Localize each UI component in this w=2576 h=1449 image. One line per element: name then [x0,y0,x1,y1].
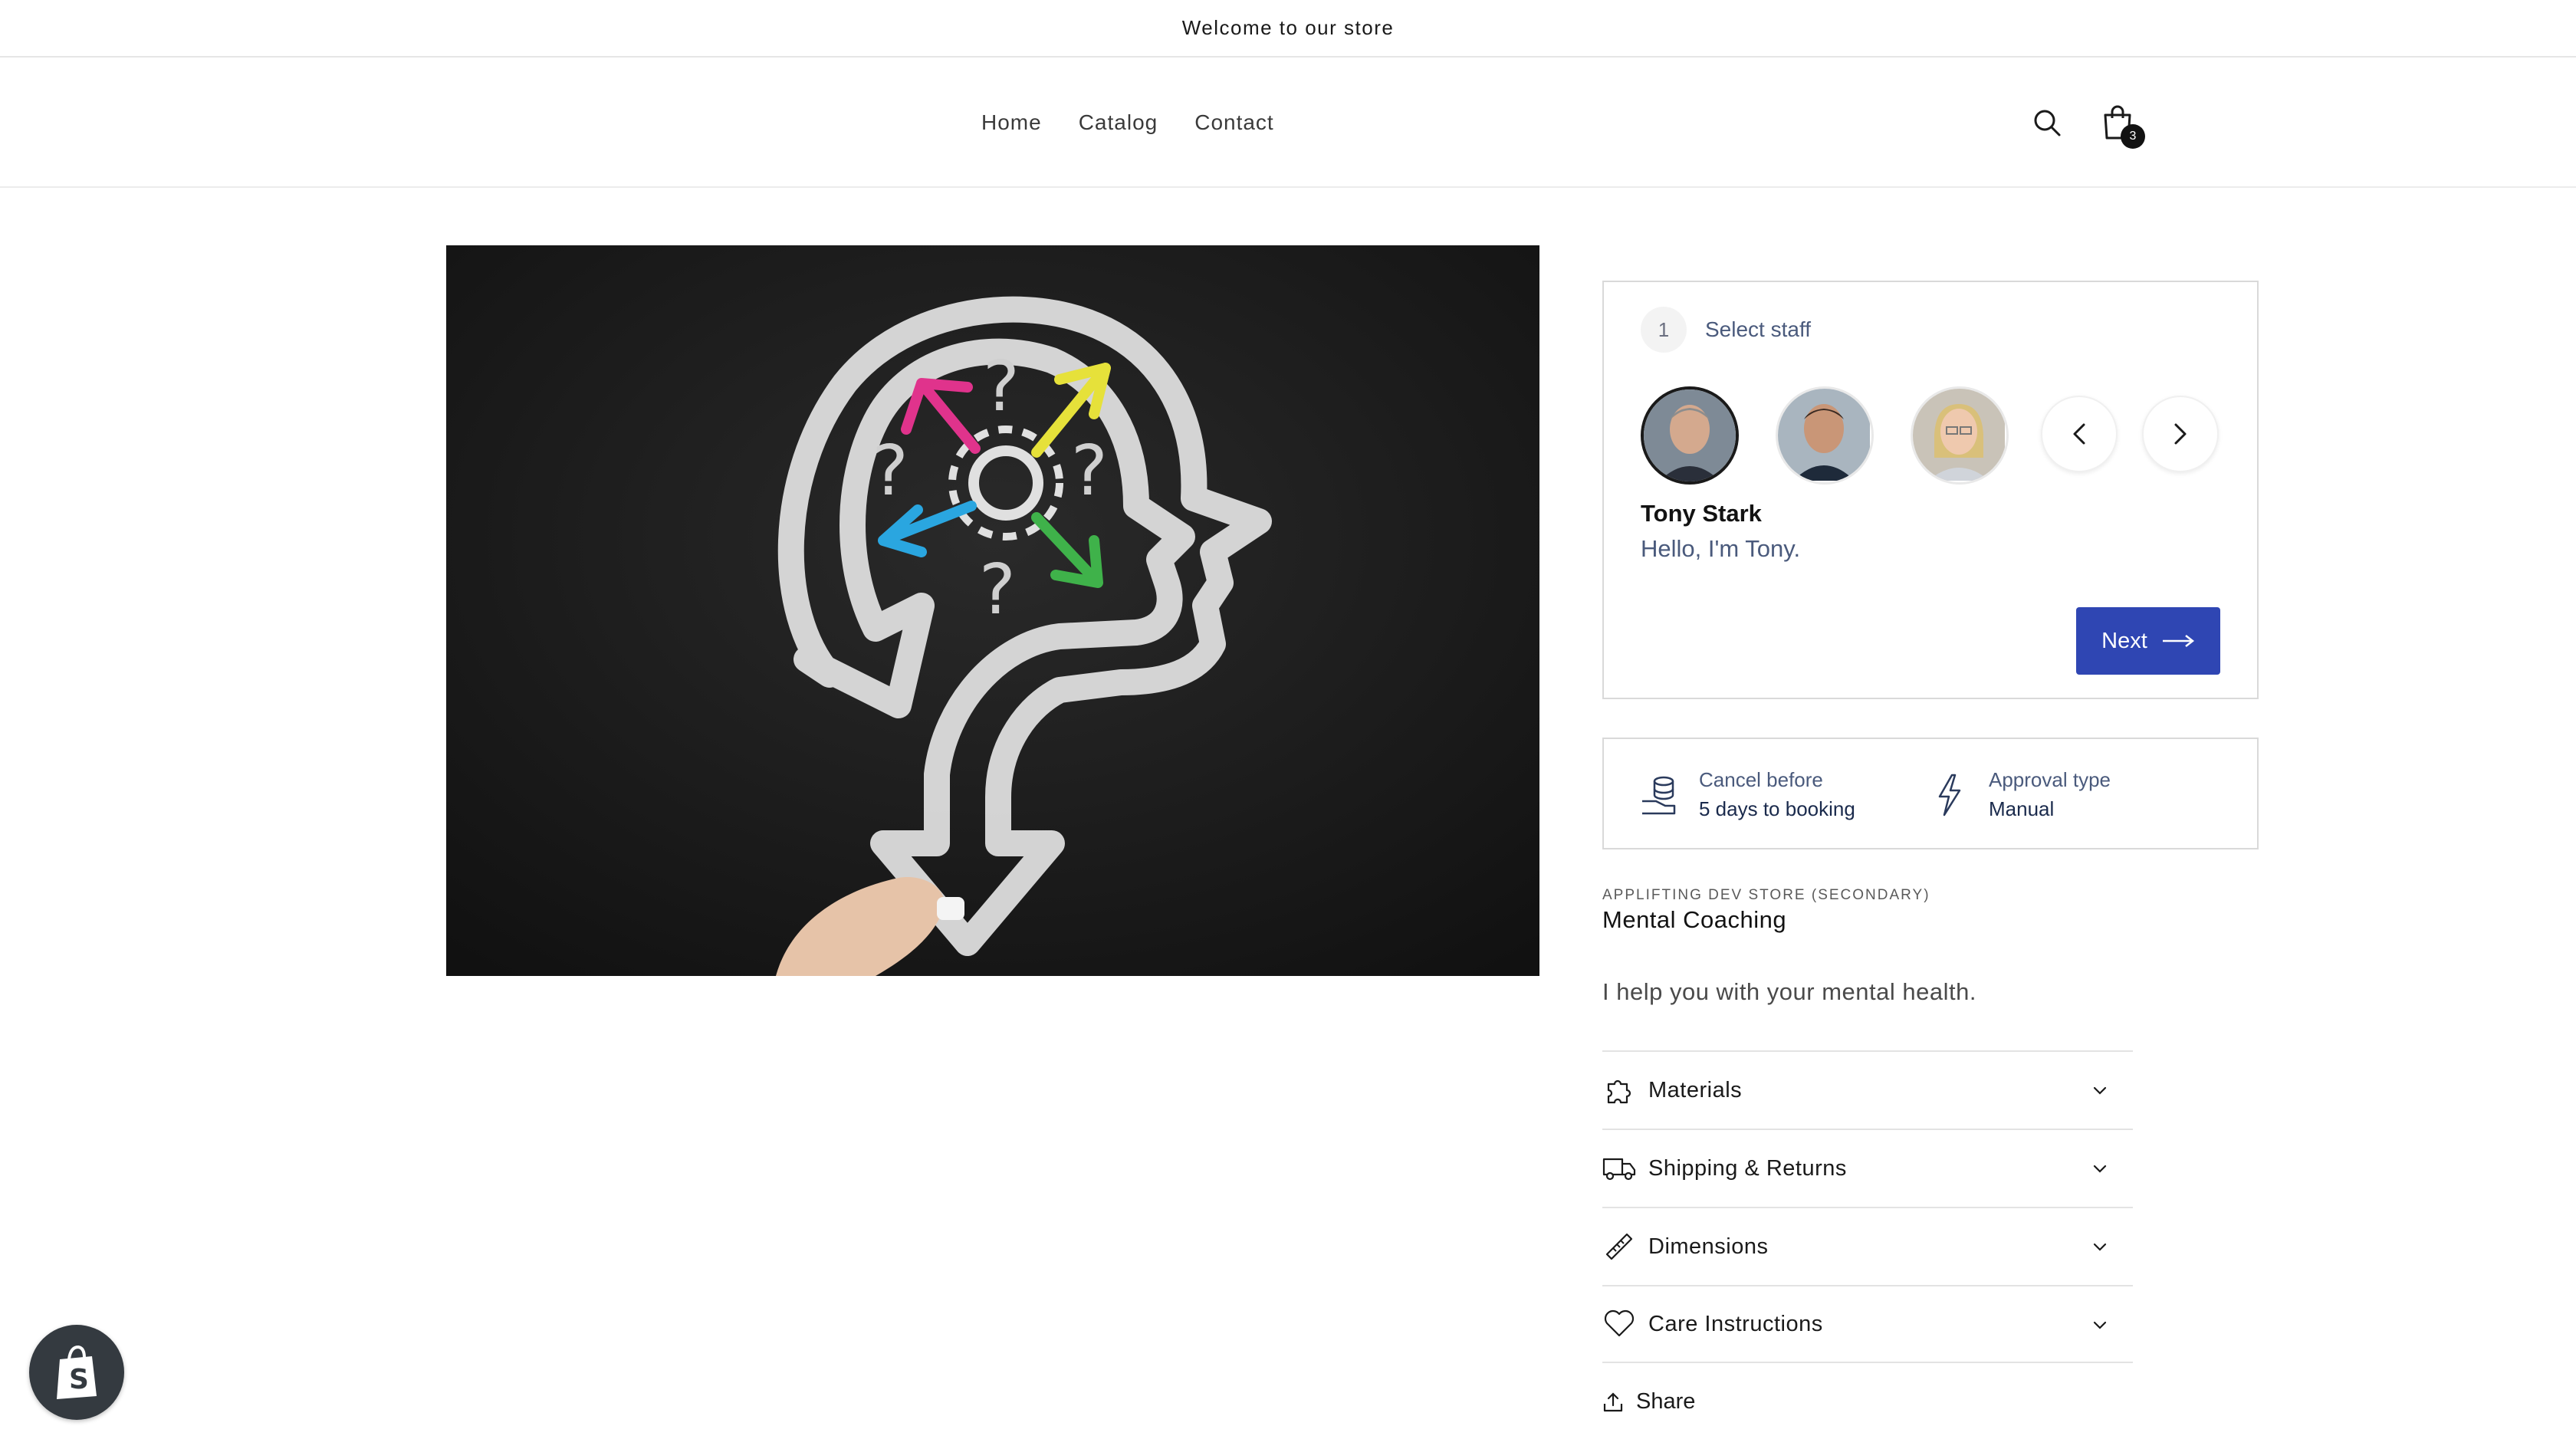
approval-value: Manual [1989,797,2055,820]
staff-avatar-2[interactable] [1776,386,1874,485]
accordion-materials[interactable]: Materials [1602,1050,2133,1129]
staff-next-button[interactable] [2142,396,2219,472]
search-button[interactable] [2024,100,2070,146]
svg-text:S: S [69,1364,89,1395]
product-accordion: Materials Shipping & Returns Dimensions [1602,1050,2133,1363]
shopify-preview-button[interactable]: S [29,1325,124,1420]
cancel-policy: Cancel before 5 days to booking [1636,765,1855,823]
nav-home-link[interactable]: Home [981,110,1042,135]
ruler-icon [1602,1230,1636,1263]
site-header: Home Catalog Contact 3 [0,58,2576,188]
chevron-down-icon [2093,1321,2107,1329]
search-icon [2034,110,2061,136]
product-image[interactable]: ? ? ? ? [446,245,1539,976]
announcement-bar: Welcome to our store [0,0,2576,58]
product-description: I help you with your mental health. [1602,978,1976,1005]
cart-button[interactable]: 3 [2095,100,2145,149]
next-button[interactable]: Next [2076,607,2220,675]
shopify-bag-icon: S [57,1345,97,1399]
accordion-dimensions[interactable]: Dimensions [1602,1207,2133,1285]
approval-label: Approval type [1989,768,2111,791]
svg-text:?: ? [979,550,1016,630]
accordion-label: Shipping & Returns [1648,1155,1847,1181]
cancel-value: 5 days to booking [1699,797,1855,820]
svg-text:?: ? [872,431,909,511]
avatar-photo [1778,389,1870,481]
chevron-left-icon [2073,423,2085,445]
share-button[interactable]: Share [1602,1389,1695,1414]
truck-icon [1602,1152,1636,1185]
accordion-label: Care Instructions [1648,1311,1823,1336]
avatar-photo [1913,389,2005,481]
nav-catalog-link[interactable]: Catalog [1079,110,1158,135]
product-vendor: APPLIFTING DEV STORE (SECONDARY) [1602,887,1930,903]
staff-name: Tony Stark [1641,500,1762,527]
svg-text:?: ? [983,347,1020,427]
share-icon [1603,1392,1623,1411]
step-label: Select staff [1705,317,1812,341]
nav-contact-link[interactable]: Contact [1194,110,1274,135]
accordion-label: Materials [1648,1077,1743,1102]
staff-prev-button[interactable] [2041,396,2118,472]
approval-policy: Approval type Manual [1926,765,2111,823]
svg-text:?: ? [1071,431,1108,511]
chevron-down-icon [2093,1086,2107,1095]
puzzle-icon [1602,1073,1636,1107]
cancel-label: Cancel before [1699,768,1823,791]
announcement-text: Welcome to our store [1181,16,1395,39]
staff-avatar-3[interactable] [1911,386,2009,485]
staff-bio: Hello, I'm Tony. [1641,535,1801,562]
booking-widget: 1 Select staff Tony Stark Hello, I'm Ton… [1602,281,2259,699]
chevron-down-icon [2093,1165,2107,1173]
heart-icon [1602,1307,1636,1341]
main-nav: Home Catalog Contact [981,58,1274,188]
chevron-right-icon [2174,423,2187,445]
coins-hand-icon [1636,768,1682,822]
staff-avatar-tony[interactable] [1641,386,1739,485]
staff-carousel [1641,386,2045,485]
next-button-label: Next [2101,628,2147,653]
chevron-down-icon [2093,1243,2107,1251]
product-title: Mental Coaching [1602,906,1787,933]
booking-step: 1 Select staff [1641,307,1811,353]
accordion-label: Dimensions [1648,1234,1769,1259]
accordion-shipping-returns[interactable]: Shipping & Returns [1602,1129,2133,1207]
lightning-icon [1926,768,1972,822]
booking-policy: Cancel before 5 days to booking Approval… [1602,738,2259,849]
avatar-photo [1644,389,1736,481]
arrow-right-icon [2162,635,2194,647]
share-label: Share [1636,1389,1696,1414]
chalkboard-head-illustration: ? ? ? ? [446,245,1539,976]
step-number: 1 [1641,307,1687,353]
cart-count-badge: 3 [2121,124,2145,149]
accordion-care-instructions[interactable]: Care Instructions [1602,1285,2133,1363]
